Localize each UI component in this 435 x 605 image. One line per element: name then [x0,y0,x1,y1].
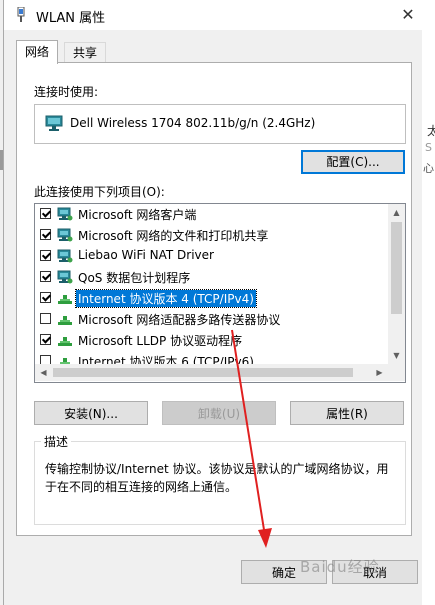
list-item[interactable]: QoS 数据包计划程序 [35,267,385,288]
horizontal-scrollbar[interactable]: ◀ ▶ [35,364,388,381]
list-item[interactable]: Microsoft LLDP 协议驱动程序 [35,330,385,351]
item-checkbox[interactable] [40,250,51,261]
tab-sharing[interactable]: 共享 [64,42,107,63]
item-checkbox[interactable] [40,271,51,282]
close-button[interactable]: ✕ [394,0,422,30]
configure-button[interactable]: 配置(C)... [301,150,405,174]
file-printer-sharing-icon [57,228,73,242]
scroll-thumb[interactable] [53,368,353,377]
network-client-icon [57,207,73,221]
item-checkbox[interactable] [40,292,51,303]
list-item[interactable]: Microsoft 网络的文件和打印机共享 [35,225,385,246]
network-adapter-icon [45,115,63,131]
description-group: 描述 传输控制协议/Internet 协议。该协议是默认的广域网络协议，用于在不… [34,433,406,525]
protocol-icon [57,333,73,347]
item-checkbox[interactable] [40,313,51,324]
wlan-properties-dialog: WLAN 属性 ✕ 网络 共享 连接时使用: Dell Wireless 170… [3,0,422,605]
background-text: 心 [423,162,434,175]
scroll-thumb[interactable] [391,222,402,314]
item-label: Microsoft LLDP 协议驱动程序 [78,334,243,348]
wlan-adapter-icon [17,7,25,22]
background-text: S [425,141,432,154]
adapter-name: Dell Wireless 1704 802.11b/g/n (2.4GHz) [70,116,316,130]
list-item[interactable]: Microsoft 网络客户端 [35,204,385,225]
background-text: 太 [427,124,435,138]
scrollbar-corner [388,364,405,381]
scroll-right-arrow-icon[interactable]: ▶ [371,364,388,381]
scroll-left-arrow-icon[interactable]: ◀ [35,364,52,381]
properties-button[interactable]: 属性(R) [290,401,404,425]
item-label: Internet 协议版本 4 (TCP/IPv4) [75,289,257,308]
tab-network[interactable]: 网络 [16,40,59,64]
item-checkbox[interactable] [40,334,51,345]
protocol-icon [57,291,73,305]
item-label: Microsoft 网络客户端 [78,208,197,222]
window-title: WLAN 属性 [36,11,106,26]
list-item[interactable]: Microsoft 网络适配器多路传送器协议 [35,309,385,330]
description-title: 描述 [41,433,72,450]
background-window: 太 S 心 [421,0,435,605]
qos-scheduler-icon [57,270,73,284]
watermark: Baidu经验 [300,558,380,576]
item-label: QoS 数据包计划程序 [78,271,191,285]
item-label: Microsoft 网络适配器多路传送器协议 [78,313,281,327]
uninstall-button[interactable]: 卸载(U) [162,401,276,425]
item-label: Liebao WiFi NAT Driver [78,248,214,262]
scroll-up-arrow-icon[interactable]: ▲ [388,204,405,221]
protocol-icon [57,312,73,326]
adapter-box: Dell Wireless 1704 802.11b/g/n (2.4GHz) [34,104,406,144]
items-list: Microsoft 网络客户端 Microsoft 网络的文件和打印机共享 Lieb… [34,203,406,383]
items-label: 此连接使用下列项目(O): [34,185,165,199]
item-checkbox[interactable] [40,229,51,240]
network-driver-icon [57,249,73,263]
item-label: Microsoft 网络的文件和打印机共享 [78,229,269,243]
connect-using-label: 连接时使用: [34,85,99,99]
item-checkbox[interactable] [40,208,51,219]
vertical-scrollbar[interactable]: ▲ ▼ [388,204,405,364]
title-bar: WLAN 属性 ✕ [4,0,422,30]
install-button[interactable]: 安装(N)... [34,401,148,425]
list-item[interactable]: Liebao WiFi NAT Driver [35,246,385,267]
network-tab-panel: 连接时使用: Dell Wireless 1704 802.11b/g/n (2… [16,62,412,536]
scroll-down-arrow-icon[interactable]: ▼ [388,347,405,364]
description-text: 传输控制协议/Internet 协议。该协议是默认的广域网络协议，用于在不同的相… [45,462,389,494]
list-item[interactable]: Internet 协议版本 4 (TCP/IPv4) [35,288,385,309]
